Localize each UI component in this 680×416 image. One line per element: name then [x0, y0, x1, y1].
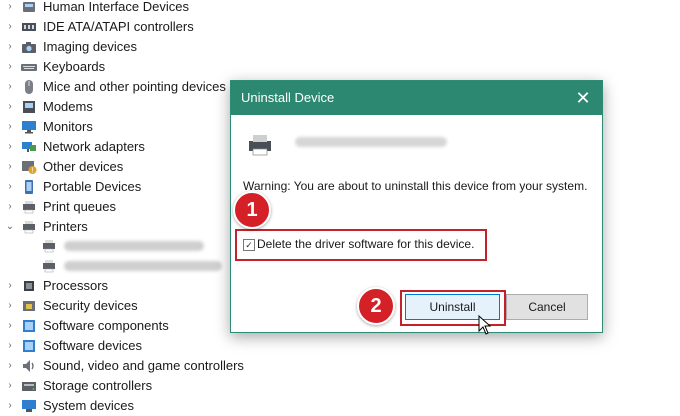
printer-icon — [43, 240, 55, 253]
tree-item-label: Processors — [43, 278, 109, 293]
tree-item-label: Modems — [43, 99, 93, 114]
chevron-right-icon[interactable]: › — [5, 137, 15, 157]
chevron-right-icon[interactable]: › — [5, 336, 15, 356]
tree-item-label: Print queues — [43, 199, 116, 214]
tree-item-label: Software devices — [43, 338, 142, 353]
chevron-right-icon[interactable]: › — [5, 17, 15, 37]
chevron-right-icon[interactable]: › — [5, 396, 15, 416]
tree-item-label: Human Interface Devices — [43, 0, 189, 14]
tree-item-label: Imaging devices — [43, 39, 137, 54]
unknown-device-icon: ! — [22, 161, 37, 175]
delete-driver-checkbox[interactable]: ✓ — [243, 239, 255, 251]
tree-item-label: Monitors — [43, 119, 93, 134]
network-adapter-icon — [22, 142, 36, 152]
sound-icon — [23, 360, 34, 372]
chevron-right-icon[interactable]: › — [5, 296, 15, 316]
chevron-right-icon[interactable]: › — [5, 376, 15, 396]
delete-driver-checkbox-label[interactable]: Delete the driver software for this devi… — [257, 237, 474, 251]
tree-item-label: IDE ATA/ATAPI controllers — [43, 19, 194, 34]
dialog-title: Uninstall Device — [241, 90, 335, 105]
printer-icon — [249, 135, 271, 156]
tree-item-label: System devices — [43, 398, 135, 413]
storage-controller-icon — [22, 382, 36, 391]
chevron-right-icon[interactable]: › — [5, 77, 15, 97]
chevron-right-icon[interactable]: › — [5, 316, 15, 336]
chevron-right-icon[interactable]: › — [5, 177, 15, 197]
camera-icon — [22, 42, 36, 53]
chevron-right-icon[interactable]: › — [5, 57, 15, 77]
tree-subitem-printer[interactable] — [0, 236, 230, 256]
tree-item-label: Software components — [43, 318, 169, 333]
chevron-right-icon[interactable]: › — [5, 276, 15, 296]
chevron-right-icon[interactable]: › — [5, 0, 15, 17]
tree-item-label: Keyboards — [43, 59, 106, 74]
uninstall-device-dialog: Uninstall Device ✕ Warning: You are abou… — [230, 80, 603, 333]
tree-item-label: Printers — [43, 219, 88, 234]
tree-subitem-printer[interactable] — [0, 256, 230, 276]
modem-icon — [23, 101, 35, 113]
chevron-right-icon[interactable]: › — [5, 117, 15, 137]
software-device-icon — [23, 340, 35, 352]
tree-item-label: Network adapters — [43, 139, 145, 154]
ide-controller-icon — [22, 23, 36, 31]
redacted-device-name — [295, 137, 447, 147]
chevron-right-icon[interactable]: › — [5, 197, 15, 217]
chevron-right-icon[interactable]: › — [5, 157, 15, 177]
printer-icon — [23, 221, 35, 234]
tree-item-label: Storage controllers — [43, 378, 153, 393]
redacted-device-name — [64, 261, 222, 271]
cancel-button[interactable]: Cancel — [506, 294, 588, 320]
processor-icon — [24, 281, 34, 291]
mouse-icon — [25, 80, 33, 94]
monitor-icon — [22, 121, 36, 134]
hid-icon — [23, 2, 35, 12]
system-device-icon — [22, 400, 36, 412]
tree-item-label: Mice and other pointing devices — [43, 79, 226, 94]
printer-icon — [43, 260, 55, 273]
warning-text: Warning: You are about to uninstall this… — [243, 179, 588, 193]
keyboard-icon — [21, 64, 37, 71]
print-queue-icon — [23, 201, 35, 214]
svg-text:!: ! — [32, 168, 34, 175]
mouse-cursor-icon — [478, 315, 492, 335]
chevron-right-icon[interactable]: › — [5, 97, 15, 117]
redacted-device-name — [64, 241, 204, 251]
step-2-badge: 2 — [357, 287, 395, 325]
step-1-badge: 1 — [233, 191, 271, 229]
tree-item-label: Security devices — [43, 298, 138, 313]
tree-item-label: Portable Devices — [43, 179, 142, 194]
software-component-icon — [23, 320, 35, 332]
chevron-right-icon[interactable]: › — [5, 37, 15, 57]
security-device-icon — [23, 301, 35, 311]
delete-driver-checkbox-highlight: ✓ Delete the driver software for this de… — [235, 229, 487, 261]
portable-device-icon — [25, 180, 33, 194]
chevron-right-icon[interactable]: › — [5, 356, 15, 376]
chevron-down-icon[interactable]: ⌄ — [5, 217, 15, 237]
tree-item-label: Other devices — [43, 159, 124, 174]
close-icon[interactable]: ✕ — [572, 87, 594, 109]
dialog-titlebar[interactable]: Uninstall Device ✕ — [231, 81, 602, 115]
tree-item-label: Sound, video and game controllers — [43, 358, 244, 373]
